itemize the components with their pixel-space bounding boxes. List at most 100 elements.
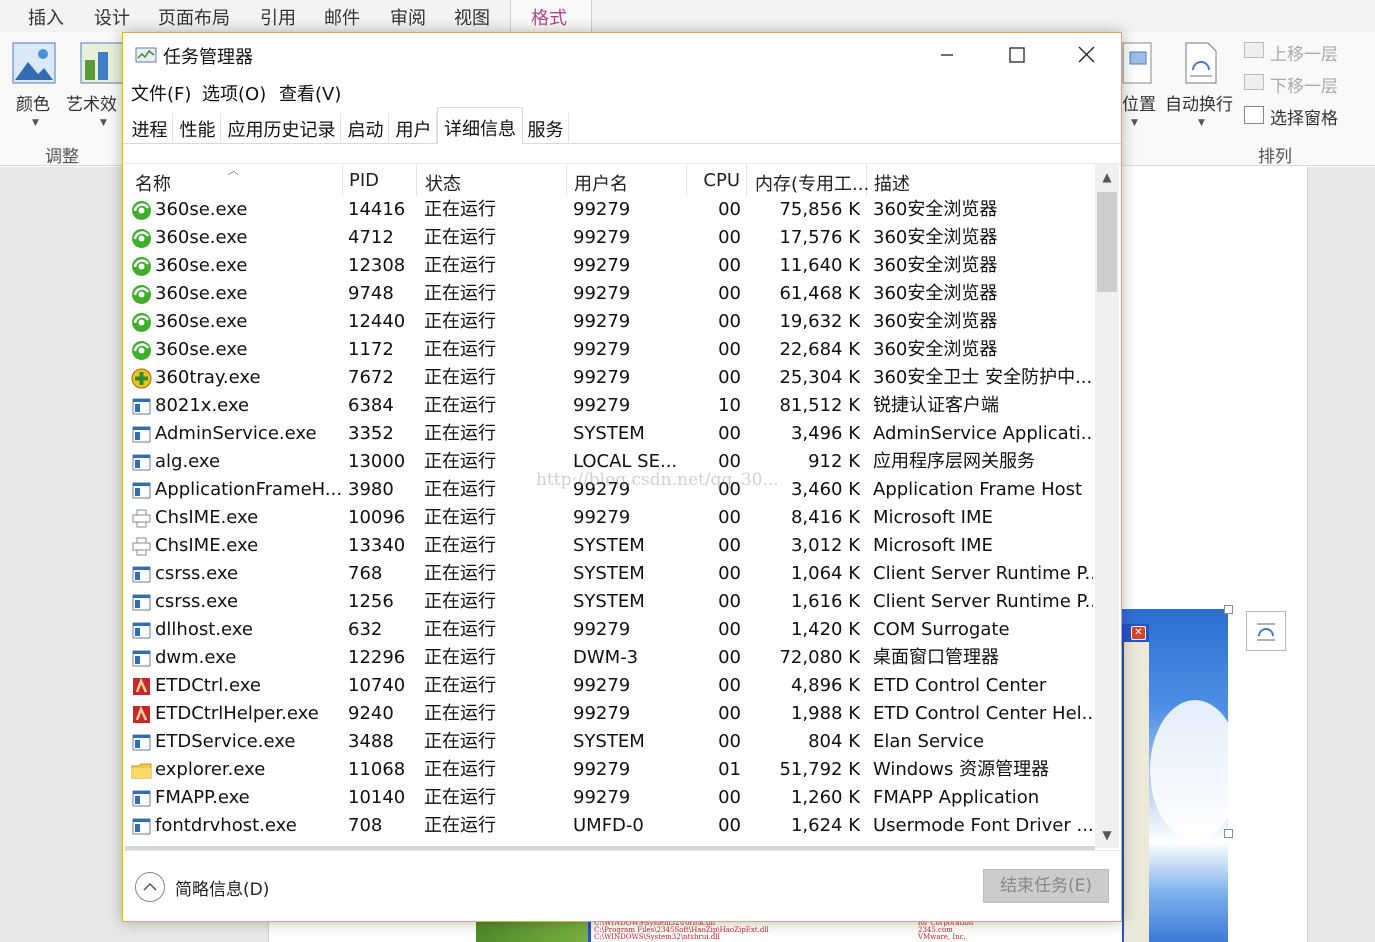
table-row[interactable]: ETDService.exe 3488 正在运行 SYSTEM 00 804 K Elan … — [123, 728, 1095, 756]
process-status: 正在运行 — [424, 591, 496, 612]
fewer-details-toggle[interactable] — [135, 872, 165, 902]
process-name: 360se.exe — [155, 199, 248, 220]
column-header-user[interactable]: 用户名 — [567, 164, 687, 196]
table-row[interactable]: ETDCtrlHelper.exe 9240 正在运行 99279 00 1,988 K E… — [123, 700, 1095, 728]
vertical-scrollbar[interactable]: ▲ ▼ — [1095, 164, 1119, 848]
position-button[interactable]: 位置 — [1122, 90, 1156, 115]
wrap-text-button[interactable]: 自动换行 — [1165, 90, 1233, 115]
column-header-description[interactable]: 描述 — [867, 164, 1095, 196]
ime-icon — [132, 509, 151, 528]
table-row[interactable]: AdminService.exe 3352 正在运行 SYSTEM 00 3,496 K A… — [123, 420, 1095, 448]
table-row[interactable]: FMAPP.exe 10140 正在运行 99279 00 1,260 K FMAPP Ap… — [123, 784, 1095, 812]
process-pid: 14416 — [348, 199, 406, 220]
process-cpu: 00 — [718, 479, 741, 500]
tab-users[interactable]: 用户 — [391, 113, 437, 144]
table-row[interactable]: 360se.exe 12308 正在运行 99279 00 11,640 K 360安全浏览… — [123, 252, 1095, 280]
word-tab-layout[interactable]: 页面布局 — [158, 4, 230, 30]
tab-services[interactable]: 服务 — [523, 113, 569, 144]
title-bar[interactable]: 任务管理器 — [123, 33, 1121, 77]
embedded-console-right: for Corporation 2345.com VMware, Inc. — [918, 920, 998, 942]
process-user: 99279 — [573, 759, 631, 780]
process-memory: 3,012 K — [790, 535, 860, 556]
table-row[interactable]: explorer.exe 11068 正在运行 99279 01 51,792 K Wind… — [123, 756, 1095, 784]
process-memory: 1,988 K — [790, 703, 860, 724]
word-tab-format[interactable]: 格式 — [531, 4, 567, 30]
menu-view[interactable]: 查看(V) — [279, 80, 341, 106]
table-row[interactable]: csrss.exe 768 正在运行 SYSTEM 00 1,064 K Client Se… — [123, 560, 1095, 588]
process-name: ChsIME.exe — [155, 535, 259, 556]
word-tab-mailings[interactable]: 邮件 — [324, 4, 360, 30]
table-row[interactable]: 360se.exe 4712 正在运行 99279 00 17,576 K 360安全浏览器 — [123, 224, 1095, 252]
process-cpu: 00 — [718, 283, 741, 304]
table-row[interactable]: alg.exe 13000 正在运行 LOCAL SE... 00 912 K 应用程序层网… — [123, 448, 1095, 476]
table-row[interactable]: 360se.exe 14416 正在运行 99279 00 75,856 K 360安全浏览… — [123, 196, 1095, 224]
sort-up-icon: ︿ — [228, 164, 239, 177]
word-tab-review[interactable]: 审阅 — [390, 4, 426, 30]
process-cpu: 00 — [718, 675, 741, 696]
close-button[interactable] — [1051, 33, 1121, 77]
column-header-memory[interactable]: 内存(专用工... — [747, 164, 869, 196]
process-pid: 7672 — [348, 367, 394, 388]
resize-handle[interactable] — [1224, 829, 1233, 838]
maximize-button[interactable] — [981, 33, 1051, 77]
column-header-name[interactable]: ︿ 名称 — [123, 164, 343, 196]
word-tab-design[interactable]: 设计 — [94, 4, 130, 30]
table-row[interactable]: 360se.exe 1172 正在运行 99279 00 22,684 K 360安全浏览器 — [123, 336, 1095, 364]
table-row[interactable]: 360tray.exe 7672 正在运行 99279 00 25,304 K 360安全卫… — [123, 364, 1095, 392]
table-row[interactable]: 8021x.exe 6384 正在运行 99279 10 81,512 K 锐捷认证客户端 — [123, 392, 1095, 420]
end-task-button[interactable]: 结束任务(E) — [983, 869, 1109, 903]
column-header-pid[interactable]: PID — [343, 164, 417, 196]
send-backward-button[interactable]: 下移一层 — [1270, 72, 1338, 97]
window-title: 任务管理器 — [163, 47, 253, 68]
column-label: 名称 — [135, 174, 171, 195]
tab-processes[interactable]: 进程 — [127, 113, 173, 144]
process-user: LOCAL SE... — [573, 451, 678, 472]
process-status: 正在运行 — [424, 787, 496, 808]
tab-details[interactable]: 详细信息 — [437, 107, 523, 145]
table-row[interactable]: 360se.exe 12440 正在运行 99279 00 19,632 K 360安全浏览… — [123, 308, 1095, 336]
table-row[interactable]: fontdrvhost.exe 708 正在运行 UMFD-0 00 1,624 K Use… — [123, 812, 1095, 840]
menu-file[interactable]: 文件(F) — [131, 80, 191, 106]
word-tab-insert[interactable]: 插入 — [28, 4, 64, 30]
resize-handle[interactable] — [1224, 605, 1233, 614]
layout-options-button[interactable] — [1246, 611, 1286, 651]
table-row[interactable]: ETDCtrl.exe 10740 正在运行 99279 00 4,896 K ETD Co… — [123, 672, 1095, 700]
tab-performance[interactable]: 性能 — [175, 113, 221, 144]
table-row[interactable]: 360se.exe 9748 正在运行 99279 00 61,468 K 360安全浏览器 — [123, 280, 1095, 308]
process-memory: 1,624 K — [790, 815, 860, 836]
selection-pane-icon — [1244, 106, 1264, 124]
selection-pane-button[interactable]: 选择窗格 — [1270, 104, 1338, 129]
scrollbar-thumb[interactable] — [1097, 192, 1117, 292]
scroll-down-icon[interactable]: ▼ — [1095, 822, 1119, 848]
process-table: ︿ 名称 PID 状态 用户名 CPU 内存(专用工... 描述 360se.e… — [123, 164, 1121, 848]
column-header-status[interactable]: 状态 — [417, 164, 567, 196]
fewer-details-button[interactable]: 简略信息(D) — [175, 875, 269, 900]
word-tab-view[interactable]: 视图 — [454, 4, 490, 30]
table-row[interactable]: dllhost.exe 632 正在运行 99279 00 1,420 K COM Surr… — [123, 616, 1095, 644]
process-memory: 17,576 K — [779, 227, 860, 248]
table-row[interactable]: ApplicationFrameH... 3980 正在运行 99279 00 3,460… — [123, 476, 1095, 504]
table-row[interactable]: ChsIME.exe 13340 正在运行 SYSTEM 00 3,012 K Micros… — [123, 532, 1095, 560]
arrange-group-label: 排列 — [1258, 147, 1292, 167]
process-memory: 72,080 K — [779, 647, 860, 668]
bring-forward-button[interactable]: 上移一层 — [1270, 40, 1338, 65]
app-window-icon — [132, 622, 151, 639]
art-effects-icon — [80, 42, 124, 84]
tab-app-history[interactable]: 应用历史记录 — [223, 113, 341, 144]
art-effects-button[interactable]: 艺术效 — [66, 90, 117, 115]
app-window-icon — [132, 398, 151, 415]
scroll-up-icon[interactable]: ▲ — [1095, 164, 1119, 190]
word-tab-references[interactable]: 引用 — [260, 4, 296, 30]
table-row[interactable]: ChsIME.exe 10096 正在运行 99279 00 8,416 K Microso… — [123, 504, 1095, 532]
360se-icon — [132, 229, 151, 248]
minimize-button[interactable] — [913, 33, 983, 77]
process-status: 正在运行 — [424, 619, 496, 640]
table-row[interactable]: dwm.exe 12296 正在运行 DWM-3 00 72,080 K 桌面窗口管理器 — [123, 644, 1095, 672]
menu-options[interactable]: 选项(O) — [202, 80, 266, 106]
table-row[interactable]: csrss.exe 1256 正在运行 SYSTEM 00 1,616 K Client S… — [123, 588, 1095, 616]
process-pid: 1256 — [348, 591, 394, 612]
tab-startup[interactable]: 启动 — [343, 113, 389, 144]
color-button[interactable]: 颜色 — [16, 90, 50, 115]
app-window-icon — [132, 734, 151, 751]
column-header-cpu[interactable]: CPU — [687, 164, 747, 196]
